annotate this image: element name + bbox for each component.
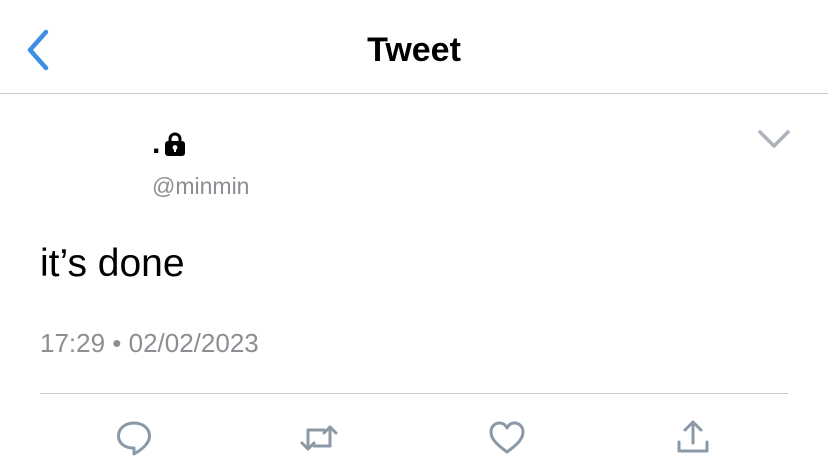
tweet-text: it’s done [40, 242, 185, 285]
divider [40, 393, 788, 394]
reply-icon [117, 421, 151, 456]
header-bar: Tweet [0, 0, 828, 94]
chevron-down-icon [758, 130, 790, 148]
retweet-icon [300, 425, 338, 451]
retweet-button[interactable] [297, 416, 341, 460]
heart-icon [489, 421, 525, 454]
share-icon [677, 420, 709, 453]
lock-icon [162, 131, 188, 157]
like-button[interactable] [485, 416, 529, 460]
author-handle[interactable]: @minmin [152, 172, 249, 200]
reply-button[interactable] [112, 416, 156, 460]
tweet-timestamp: 17:29 • 02/02/2023 [40, 328, 259, 358]
author-name-text: . [152, 127, 161, 160]
tweet-menu-button[interactable] [752, 124, 796, 154]
share-button[interactable] [671, 416, 715, 460]
author-name[interactable]: . [152, 128, 188, 160]
page-title: Tweet [367, 31, 461, 69]
